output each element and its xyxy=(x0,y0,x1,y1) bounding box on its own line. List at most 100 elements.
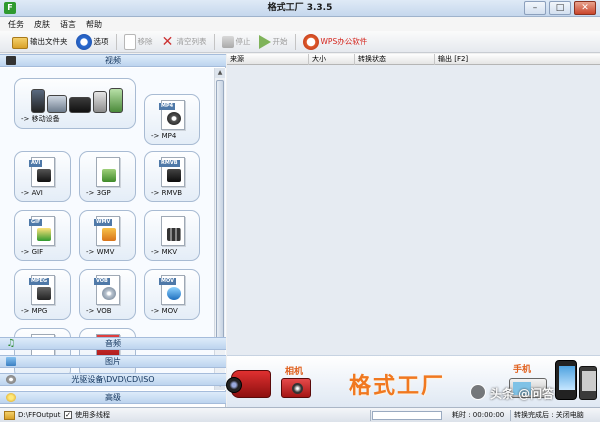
tile-vob[interactable]: VOB -> VOB xyxy=(79,269,136,320)
category-video-label: 视频 xyxy=(105,56,121,65)
menu-bar: 任务 皮肤 语言 帮助 xyxy=(0,17,600,31)
stop-button[interactable]: 停止 xyxy=(218,33,255,51)
progress-bar xyxy=(372,411,442,420)
maximize-button[interactable]: □ xyxy=(549,1,571,15)
toolbar-separator xyxy=(294,33,296,50)
mp4-file-icon: MP4 xyxy=(159,100,185,130)
camcorder-icon xyxy=(226,370,271,398)
task-list-header: 来源 大小 转换状态 输出 [F2] xyxy=(227,54,600,65)
category-advanced[interactable]: 高级 xyxy=(0,391,226,404)
tile-label: -> 移动设备 xyxy=(21,115,60,123)
avi-file-icon: AVI xyxy=(29,157,55,187)
category-rom-label: 光驱设备\DVD\CD\ISO xyxy=(71,375,155,384)
camera-icon xyxy=(281,378,311,398)
window-title: 格式工厂 3.3.5 xyxy=(267,3,333,13)
menu-skin[interactable]: 皮肤 xyxy=(34,19,50,30)
smartphone-icon xyxy=(579,366,597,400)
tile-label: -> MP4 xyxy=(151,132,177,140)
vob-file-icon: VOB xyxy=(94,275,120,305)
menu-help[interactable]: 帮助 xyxy=(86,19,102,30)
banner-phone-label: 手机 xyxy=(513,365,532,375)
remove-label: 移除 xyxy=(137,37,153,46)
rmvb-file-icon: RMVB xyxy=(159,157,185,187)
category-picture[interactable]: 图片 xyxy=(0,355,226,368)
output-folder-button[interactable]: 输出文件夹 xyxy=(8,33,72,51)
format-tag: AVI xyxy=(29,160,43,167)
mpg-file-icon: MPEG xyxy=(29,275,55,305)
gif-file-icon: GIF xyxy=(29,216,55,246)
clear-list-button[interactable]: ✕ 清空列表 xyxy=(157,33,211,51)
minimize-button[interactable]: – xyxy=(524,1,546,15)
banner-title: 格式工厂 xyxy=(349,373,446,399)
picture-icon xyxy=(6,357,16,366)
tile-mpg[interactable]: MPEG -> MPG xyxy=(14,269,71,320)
tile-mobile-device[interactable]: -> 移动设备 xyxy=(14,78,136,129)
status-separator xyxy=(370,410,371,421)
tile-partial-flash[interactable] xyxy=(79,328,136,379)
folder-icon xyxy=(12,36,28,49)
category-audio[interactable]: ♫ 音频 xyxy=(0,337,226,350)
output-folder-label: 输出文件夹 xyxy=(30,37,68,46)
remove-button[interactable]: 移除 xyxy=(120,33,157,51)
multithread-checkbox[interactable]: ✓ xyxy=(64,411,72,419)
format-tag: MPEG xyxy=(29,278,50,285)
wps-icon xyxy=(302,33,319,50)
banner-camera-label: 相机 xyxy=(285,367,304,377)
tile-mp4[interactable]: MP4 -> MP4 xyxy=(144,94,200,145)
menu-language[interactable]: 语言 xyxy=(60,19,76,30)
toolbar-separator xyxy=(115,33,117,50)
tile-rmvb[interactable]: RMVB -> RMVB xyxy=(144,151,200,202)
format-tag: WMV xyxy=(94,219,113,226)
format-tag: VOB xyxy=(94,278,110,285)
column-output[interactable]: 输出 [F2] xyxy=(435,54,600,65)
column-status[interactable]: 转换状态 xyxy=(355,54,435,65)
tile-wmv[interactable]: WMV -> WMV xyxy=(79,210,136,261)
tile-partial-format[interactable] xyxy=(14,328,71,379)
disc-icon xyxy=(6,375,16,384)
category-rom-device[interactable]: 光驱设备\DVD\CD\ISO xyxy=(0,373,226,386)
status-bar: D:\FFOutput ✓ 使用多线程 耗时 : 00:00:00 转换完成后 … xyxy=(0,407,600,422)
toolbar-separator xyxy=(213,33,215,50)
category-audio-label: 音频 xyxy=(105,339,121,348)
options-button[interactable]: 选项 xyxy=(72,33,113,51)
tile-label: -> MOV xyxy=(151,307,178,315)
watermark-logo-icon xyxy=(470,384,486,400)
output-path[interactable]: D:\FFOutput xyxy=(18,408,60,422)
task-list[interactable] xyxy=(227,65,600,355)
mkv-file-icon xyxy=(161,216,185,246)
mobile-devices-icon xyxy=(29,87,125,113)
category-picture-label: 图片 xyxy=(105,357,121,366)
tile-gif[interactable]: GIF -> GIF xyxy=(14,210,71,261)
start-button[interactable]: 开始 xyxy=(255,33,292,51)
menu-task[interactable]: 任务 xyxy=(8,19,24,30)
tile-avi[interactable]: AVI -> AVI xyxy=(14,151,71,202)
format-tag: MP4 xyxy=(159,103,176,110)
scroll-up-arrow-icon[interactable]: ▲ xyxy=(215,68,225,78)
toolbar: 输出文件夹 选项 移除 ✕ 清空列表 停止 开始 WPS办公软件 xyxy=(0,31,600,53)
format-tag: GIF xyxy=(29,219,43,226)
category-advanced-label: 高级 xyxy=(105,393,121,402)
close-button[interactable]: ✕ xyxy=(574,1,596,15)
wps-label: WPS办公软件 xyxy=(320,37,368,46)
watermark: 头条 @问答 xyxy=(490,387,555,401)
music-note-icon: ♫ xyxy=(6,338,16,349)
category-video[interactable]: 视频 xyxy=(0,54,226,67)
tile-label: -> 3GP xyxy=(86,189,111,197)
tile-mkv[interactable]: -> MKV xyxy=(144,210,200,261)
column-source[interactable]: 来源 xyxy=(227,54,309,65)
scroll-thumb[interactable] xyxy=(216,80,224,342)
clear-list-label: 清空列表 xyxy=(176,37,207,46)
tile-label: -> MKV xyxy=(151,248,178,256)
column-size[interactable]: 大小 xyxy=(309,54,355,65)
wps-button[interactable]: WPS办公软件 xyxy=(299,33,372,51)
after-done-action[interactable]: 转换完成后 : 关闭电脑 xyxy=(514,408,584,422)
delete-icon: ✕ xyxy=(161,33,174,50)
tile-3gp[interactable]: -> 3GP xyxy=(79,151,136,202)
tile-mov[interactable]: MOV -> MOV xyxy=(144,269,200,320)
tile-label: -> GIF xyxy=(21,248,44,256)
tile-label: -> RMVB xyxy=(151,189,183,197)
category-panel: 视频 -> 移动设备 MP4 -> MP4 AVI -> AVI -> 3GP … xyxy=(0,54,226,407)
status-separator xyxy=(510,410,511,421)
tile-label: -> MPG xyxy=(21,307,48,315)
title-bar: F 格式工厂 3.3.5 – □ ✕ xyxy=(0,0,600,17)
